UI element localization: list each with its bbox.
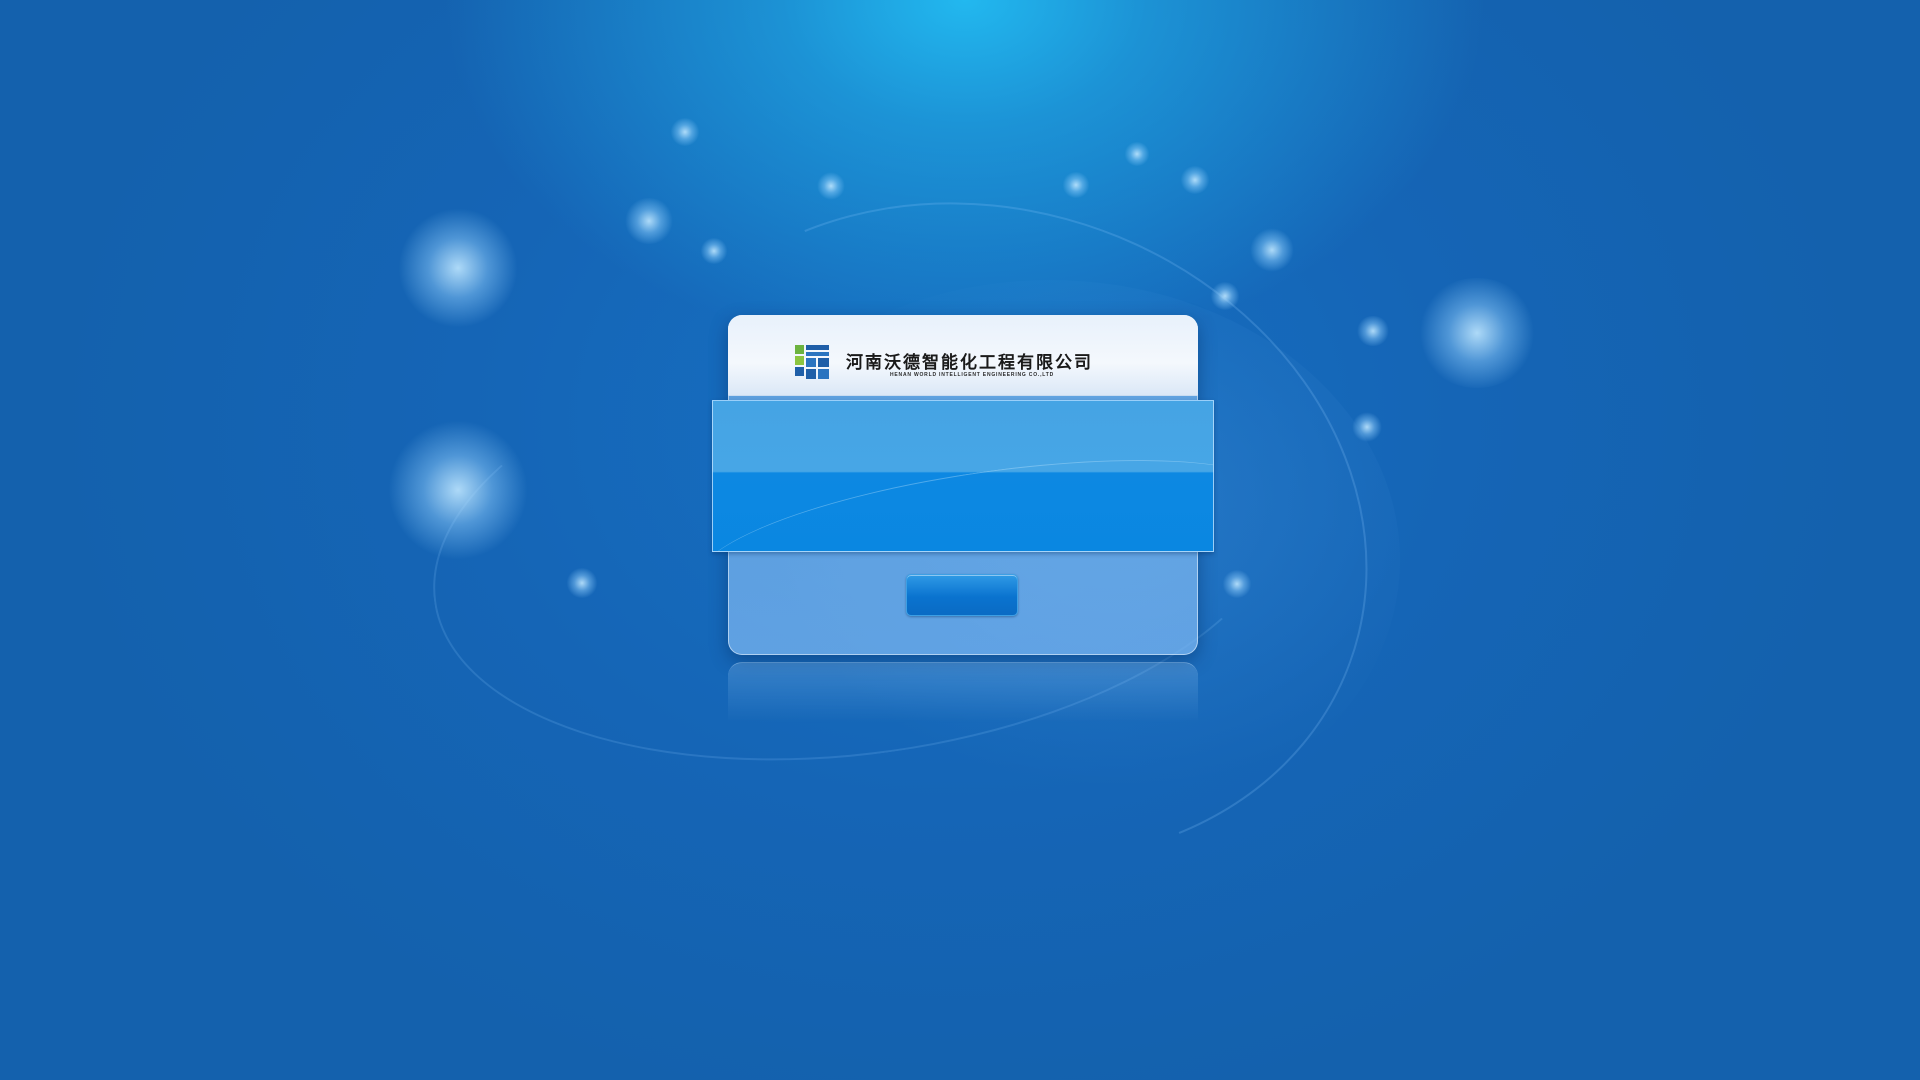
bokeh-light	[1124, 142, 1150, 166]
username-row	[743, 415, 1183, 459]
bokeh-light	[398, 208, 518, 328]
bokeh-light	[388, 420, 528, 560]
bokeh-light	[700, 238, 728, 264]
bokeh-light	[1356, 316, 1390, 346]
login-header: 河南沃德智能化工程有限公司 HENAN WORLD INTELLIGENT EN…	[728, 315, 1198, 396]
bokeh-light	[1062, 172, 1090, 198]
login-card: 河南沃德智能化工程有限公司 HENAN WORLD INTELLIGENT EN…	[712, 315, 1214, 655]
bokeh-light	[566, 568, 598, 598]
company-name-en: HENAN WORLD INTELLIGENT ENGINEERING CO.,…	[890, 372, 1055, 378]
company-logo-icon	[795, 345, 829, 379]
bokeh-light	[624, 198, 674, 244]
bokeh-light	[1250, 228, 1294, 272]
login-form-panel	[712, 400, 1214, 552]
bokeh-light	[1180, 166, 1210, 194]
bokeh-light	[1222, 570, 1252, 598]
bokeh-light	[1417, 278, 1537, 388]
password-row	[743, 489, 1183, 533]
card-reflection	[728, 662, 1198, 723]
bokeh-light	[670, 118, 700, 146]
username-input[interactable]	[743, 415, 1183, 459]
bokeh-light	[1352, 412, 1382, 442]
bokeh-light	[817, 172, 845, 200]
login-button[interactable]	[906, 574, 1018, 616]
company-name-cn: 河南沃德智能化工程有限公司	[846, 353, 1093, 373]
password-input[interactable]	[743, 489, 1183, 533]
bokeh-light	[1210, 282, 1240, 310]
